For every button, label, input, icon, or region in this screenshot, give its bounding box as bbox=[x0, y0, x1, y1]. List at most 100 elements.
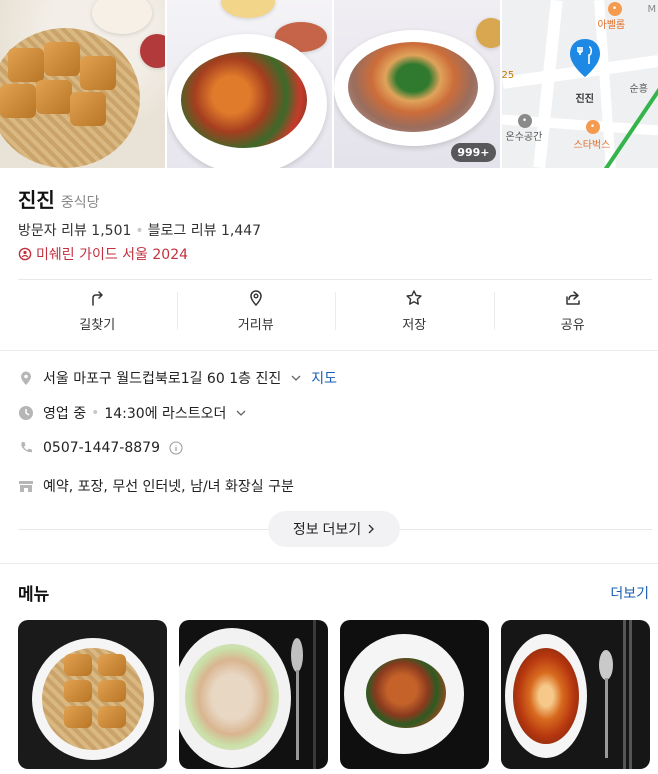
menu-item-photo[interactable] bbox=[179, 620, 328, 769]
location-pin-icon bbox=[249, 290, 262, 307]
place-name: 진진 bbox=[18, 188, 55, 212]
chevron-down-icon[interactable] bbox=[235, 407, 247, 419]
spoon bbox=[291, 638, 303, 672]
chevron-right-icon bbox=[368, 524, 375, 534]
michelin-icon bbox=[18, 247, 32, 261]
salad-food bbox=[185, 644, 279, 750]
chopstick bbox=[623, 620, 626, 769]
sauce-bowl bbox=[140, 34, 165, 68]
map-label: 온수공간 bbox=[505, 132, 543, 143]
photo-fried-tofu[interactable] bbox=[0, 0, 165, 168]
map-label: 25 bbox=[501, 70, 515, 81]
menu-thumbnails bbox=[18, 620, 650, 769]
street-view-label: 거리뷰 bbox=[237, 318, 274, 333]
tofu-piece bbox=[80, 56, 116, 90]
separator-dot: • bbox=[135, 223, 144, 239]
place-poi-icon: • bbox=[517, 114, 532, 128]
share-label: 공유 bbox=[560, 318, 585, 333]
tofu-piece bbox=[64, 706, 92, 728]
basket bbox=[42, 648, 144, 750]
map-pin-label: 진진 bbox=[575, 94, 594, 105]
tofu-piece bbox=[0, 84, 36, 118]
menu-item-photo[interactable] bbox=[340, 620, 489, 769]
tofu-piece bbox=[98, 680, 126, 702]
chopstick bbox=[313, 620, 316, 769]
location-pin-icon[interactable] bbox=[568, 38, 602, 78]
share-button[interactable]: 공유 bbox=[493, 282, 653, 340]
tofu-piece bbox=[8, 48, 44, 82]
side-bowl bbox=[220, 0, 275, 18]
photo-stir-fry[interactable] bbox=[166, 0, 332, 168]
blog-review-link[interactable]: 블로그 리뷰 1,447 bbox=[148, 223, 261, 239]
clock-icon bbox=[18, 405, 34, 421]
photo-noodle-salad[interactable]: 999+ bbox=[334, 0, 500, 168]
tofu-piece bbox=[98, 706, 126, 728]
tofu-piece bbox=[98, 654, 126, 676]
cafe-poi-icon: • bbox=[585, 120, 600, 134]
spoon-handle bbox=[605, 678, 608, 758]
salad-food bbox=[348, 42, 478, 132]
map-link[interactable]: 지도 bbox=[311, 368, 337, 388]
street-view-button[interactable]: 거리뷰 bbox=[176, 282, 336, 340]
phone-icon bbox=[18, 440, 34, 456]
map-label: M bbox=[647, 4, 657, 15]
chevron-down-icon[interactable] bbox=[290, 372, 302, 384]
hours-row[interactable]: 영업 중 • 14:30에 라스트오더 bbox=[18, 403, 247, 423]
michelin-label: 미쉐린 가이드 서울 2024 bbox=[36, 247, 189, 263]
tofu-piece bbox=[64, 654, 92, 676]
tofu-piece bbox=[64, 680, 92, 702]
menu-item-photo[interactable] bbox=[501, 620, 650, 769]
phone-row[interactable]: 0507-1447-8879 bbox=[18, 440, 183, 456]
michelin-badge[interactable]: 미쉐린 가이드 서울 2024 bbox=[18, 244, 188, 264]
map-label: 스타벅스 bbox=[573, 140, 611, 151]
section-divider bbox=[0, 563, 658, 564]
menu-more-link[interactable]: 더보기 bbox=[610, 583, 649, 603]
action-bar: 길찾기 거리뷰 저장 공유 bbox=[18, 282, 652, 340]
star-icon bbox=[406, 290, 422, 305]
section-divider bbox=[0, 350, 658, 351]
cafe-poi-icon: • bbox=[607, 2, 622, 16]
hours-status: 영업 중 bbox=[43, 406, 87, 422]
save-button[interactable]: 저장 bbox=[335, 282, 494, 340]
map-label: 아벨롬 bbox=[597, 20, 626, 31]
directions-icon bbox=[92, 291, 103, 306]
directions-button[interactable]: 길찾기 bbox=[18, 282, 177, 340]
visitor-review-link[interactable]: 방문자 리뷰 1,501 bbox=[18, 223, 131, 239]
address-row[interactable]: 서울 마포구 월드컵북로1길 60 1층 진진 지도 bbox=[18, 368, 337, 388]
side-bowl bbox=[92, 0, 152, 34]
menu-title: 메뉴 bbox=[18, 585, 50, 605]
address-text: 서울 마포구 월드컵북로1길 60 1층 진진 bbox=[43, 371, 282, 387]
location-pin-icon bbox=[18, 370, 34, 386]
map-label: 순흥 bbox=[629, 84, 648, 95]
more-info-label: 정보 더보기 bbox=[292, 521, 362, 537]
spoon-handle bbox=[296, 670, 299, 760]
tofu-piece bbox=[36, 80, 72, 114]
mini-map[interactable]: • 아벨롬 M 25 순흥 진진 • 온수공간 • 스타벅스 bbox=[501, 0, 658, 168]
share-icon bbox=[566, 291, 580, 305]
side-bowl bbox=[476, 18, 500, 48]
divider bbox=[18, 279, 652, 280]
photo-strip[interactable]: 999+ • 아벨롬 M 25 순흥 진진 • 온수공간 • 스타벅스 bbox=[0, 0, 658, 168]
info-icon[interactable] bbox=[169, 441, 183, 455]
tofu-piece bbox=[44, 42, 80, 76]
save-label: 저장 bbox=[402, 318, 427, 333]
separator-dot: • bbox=[91, 405, 100, 421]
amenities-text: 예약, 포장, 무선 인터넷, 남/녀 화장실 구분 bbox=[43, 479, 294, 495]
hours-detail: 14:30에 라스트오더 bbox=[104, 406, 227, 422]
tofu-piece bbox=[70, 92, 106, 126]
more-info-button[interactable]: 정보 더보기 bbox=[268, 511, 400, 547]
directions-label: 길찾기 bbox=[79, 318, 116, 333]
place-title: 진진 중식당 bbox=[18, 184, 99, 213]
stir-fry-food bbox=[366, 658, 446, 728]
menu-item-photo[interactable] bbox=[18, 620, 167, 769]
mapo-tofu-food bbox=[513, 648, 579, 744]
spoon bbox=[599, 650, 613, 680]
review-counts: 방문자 리뷰 1,501 • 블로그 리뷰 1,447 bbox=[18, 220, 261, 240]
stir-fry-food bbox=[180, 52, 307, 148]
amenities-row: 예약, 포장, 무선 인터넷, 남/녀 화장실 구분 bbox=[18, 476, 294, 496]
chopstick bbox=[629, 620, 632, 769]
phone-number: 0507-1447-8879 bbox=[43, 440, 160, 456]
place-category: 중식당 bbox=[60, 195, 100, 211]
store-icon bbox=[18, 478, 34, 494]
photo-count-badge: 999+ bbox=[451, 143, 496, 162]
